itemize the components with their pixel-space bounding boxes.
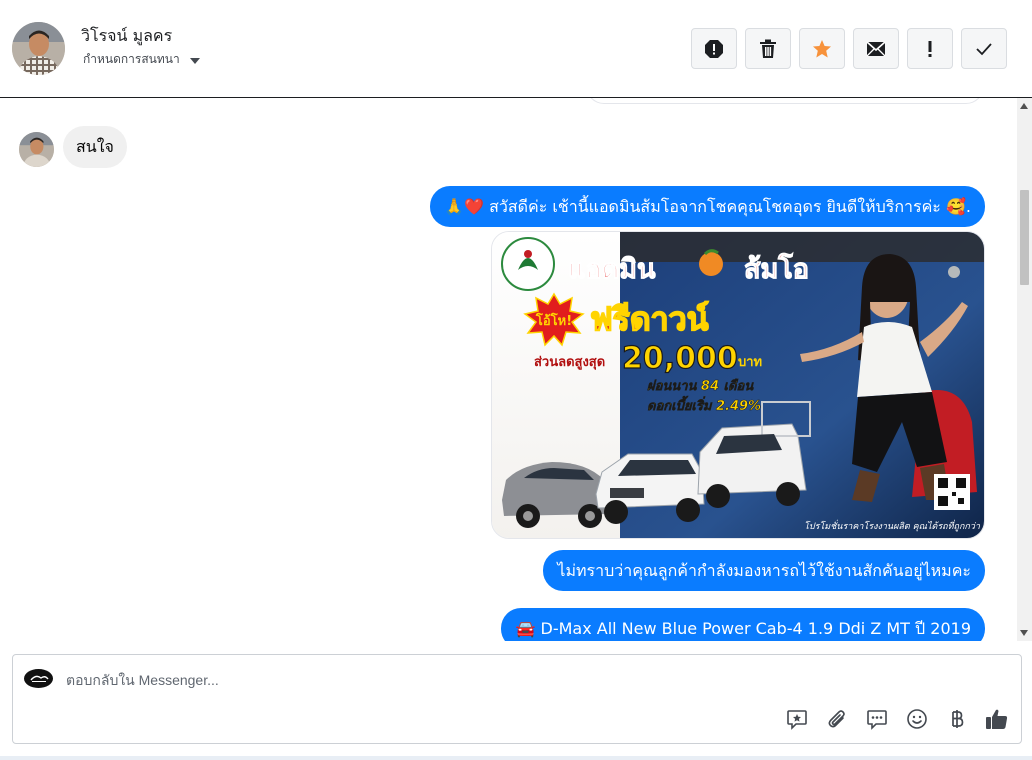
saved-reply-icon	[786, 709, 807, 730]
mail-icon	[866, 40, 886, 56]
promo-discount-unit: บาท	[738, 355, 762, 370]
emoji-icon	[906, 708, 927, 729]
reply-input[interactable]	[66, 669, 966, 691]
message-thread[interactable]: สนใจ 🙏❤️ สวัสดีค่ะ เช้านี้แอดมินส้มโอจาก…	[0, 98, 1032, 641]
previous-message-bubble	[586, 98, 984, 104]
promo-discount-amount: 20,000	[622, 341, 738, 376]
baht-payment-icon	[951, 709, 963, 728]
promo-image-message[interactable]: แอดมิน ส้มโอ โอ้โห! ฟรีดาวน์ ส่วนลดสูงสุ…	[491, 231, 985, 539]
scroll-down-icon[interactable]	[1020, 630, 1028, 636]
promo-title-1: แอดมิน	[568, 254, 656, 285]
mail-button[interactable]	[853, 28, 899, 69]
conversation-settings-label: กำหนดการสนทนา	[83, 52, 180, 66]
payment-button[interactable]	[944, 706, 969, 731]
attachment-icon	[828, 709, 845, 727]
trash-icon	[760, 39, 776, 58]
delete-button[interactable]	[745, 28, 791, 69]
emoji-button[interactable]	[904, 706, 929, 731]
composer-tools	[784, 706, 1009, 731]
conversation-actions	[691, 28, 1007, 69]
star-icon	[813, 39, 831, 57]
report-icon	[705, 39, 723, 58]
mark-done-button[interactable]	[961, 28, 1007, 69]
contact-name[interactable]: วิโรจน์ มูลคร	[81, 24, 172, 49]
quick-reply-icon	[866, 709, 887, 730]
like-icon	[985, 709, 1007, 729]
like-button[interactable]	[984, 706, 1009, 731]
promo-title-2: ส้มโอ	[744, 252, 809, 285]
caret-down-icon	[189, 57, 200, 64]
report-button[interactable]	[691, 28, 737, 69]
outgoing-message[interactable]: ไม่ทราบว่าคุณลูกค้ากำลังมองหารถไว้ใช้งาน…	[543, 550, 985, 591]
scroll-thumb[interactable]	[1020, 190, 1029, 285]
promo-discount-label: ส่วนลดสูงสุด	[534, 355, 605, 370]
contact-avatar[interactable]	[12, 22, 65, 75]
saved-reply-button[interactable]	[784, 706, 809, 731]
message-composer	[12, 654, 1022, 744]
promo-installment: ผ่อนนาน 84 เดือน	[647, 378, 754, 394]
exclamation-icon	[928, 40, 932, 57]
page-logo	[24, 669, 53, 688]
star-button[interactable]	[799, 28, 845, 69]
conversation-header: วิโรจน์ มูลคร กำหนดการสนทนา	[0, 0, 1032, 98]
attach-file-button[interactable]	[824, 706, 849, 731]
promo-badge: โอ้โห!	[535, 312, 572, 329]
bottom-strip	[0, 756, 1032, 760]
chat-scrollbar[interactable]	[1017, 98, 1032, 641]
outgoing-message[interactable]: 🙏❤️ สวัสดีค่ะ เช้านี้แอดมินส้มโอจากโชคคุ…	[430, 186, 985, 227]
incoming-message[interactable]: สนใจ	[63, 126, 127, 168]
check-icon	[976, 42, 992, 55]
sender-avatar	[19, 132, 54, 167]
scroll-up-icon[interactable]	[1020, 103, 1028, 109]
promo-headline: ฟรีดาวน์	[590, 300, 709, 338]
mark-spam-button[interactable]	[907, 28, 953, 69]
outgoing-message[interactable]: 🚘 D-Max All New Blue Power Cab-4 1.9 Ddi…	[501, 608, 985, 641]
quick-reply-button[interactable]	[864, 706, 889, 731]
conversation-settings-dropdown[interactable]: กำหนดการสนทนา	[83, 50, 200, 69]
